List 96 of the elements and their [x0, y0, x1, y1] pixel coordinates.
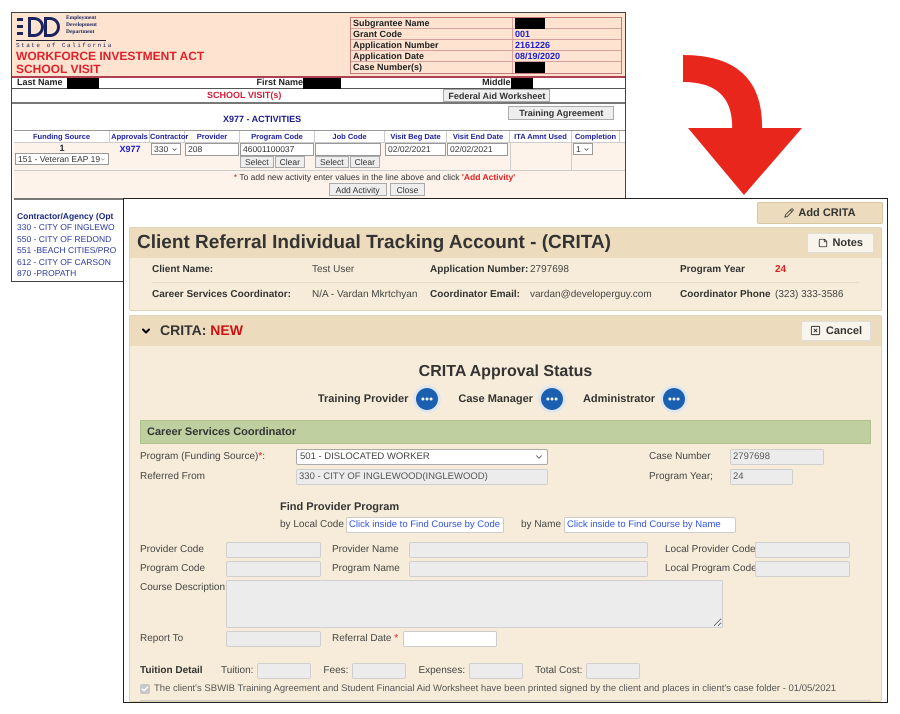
approval-step-label: Administrator: [582, 392, 656, 406]
info-value: N/A - Vardan Mkrtchyan: [312, 288, 418, 302]
field-label: Course Description: [140, 580, 226, 595]
info-label: Application Number:: [430, 263, 528, 278]
field-label: Case Number: [649, 450, 711, 464]
dropdown[interactable]: 151 - Veteran EAP 19: [15, 153, 109, 165]
input-field[interactable]: 46001100037: [240, 143, 314, 156]
field-label: Program Name: [332, 562, 400, 576]
column-header: Contractor/Agency (Opt: [17, 211, 114, 222]
input-field[interactable]: [315, 143, 381, 156]
form-button[interactable]: Select: [240, 156, 274, 168]
field-label: Provider Code: [140, 543, 204, 558]
pending-status-icon: [663, 388, 686, 410]
contractor-item: 612 - CITY OF CARSON: [17, 256, 112, 268]
pending-status-icon: [416, 388, 438, 410]
approval-step-label: Case Manager: [458, 392, 533, 406]
input-field[interactable]: [403, 630, 497, 647]
input-field[interactable]: 02/02/2021: [447, 143, 508, 156]
field-label: Expenses:: [418, 664, 466, 678]
field-label: by Local Code: [280, 518, 344, 532]
info-value: 2161226: [515, 40, 550, 51]
field-label: Program Year;: [649, 470, 713, 484]
chevron-down-icon: [100, 156, 106, 162]
info-label: Case Number(s): [351, 62, 513, 73]
field-label: Local Provider Code: [665, 543, 756, 558]
info-label: Subgrantee Name: [351, 18, 513, 29]
dropdown[interactable]: 330: [151, 143, 181, 155]
contractor-item: 551 -BEACH CITIES/PRO: [17, 245, 118, 256]
info-label: Career Services Coordinator:: [152, 288, 291, 302]
instruction-text: * To add new activity enter values in the line above and click 'Add Activity': [234, 171, 516, 183]
program-dropdown[interactable]: 501 - DISLOCATED WORKER: [296, 448, 548, 465]
note-icon: [818, 238, 828, 248]
chevron-down-icon: [583, 146, 590, 152]
pencil-icon: [784, 208, 794, 218]
field-label: Referral Date *: [332, 632, 398, 646]
federal-aid-worksheet-button[interactable]: Federal Aid Worksheet: [443, 89, 550, 102]
form-title: SCHOOL VISIT: [16, 63, 102, 76]
field-label: Total Cost:: [535, 664, 582, 678]
field-label: by Name: [521, 518, 562, 532]
field-label: Program (Funding Source)*:: [140, 450, 266, 464]
contractor-item: 330 - CITY OF INGLEWO: [17, 222, 116, 234]
field-label: Report To: [140, 632, 184, 646]
form-title: WORKFORCE INVESTMENT ACT: [16, 50, 206, 63]
contractor-item: 550 - CITY OF REDOND: [17, 234, 112, 245]
activities-title: X977 - ACTIVITIES: [223, 113, 302, 126]
field-label: Program Code: [140, 562, 206, 576]
field-label: Tuition:: [221, 664, 254, 678]
notes-button[interactable]: Notes: [807, 232, 874, 253]
info-value: 24: [775, 263, 786, 278]
close-box-icon: [810, 325, 821, 336]
dropdown[interactable]: 1: [573, 143, 593, 155]
info-value: (323) 333-3586: [775, 288, 844, 302]
acknowledgement-text: The client's SBWIB Training Agreement and Student Financial Aid Worksheet have been printed signed by the client and places in client's case folder - 01/05/2021: [154, 682, 836, 696]
info-value: 2797698: [530, 263, 569, 278]
field-label: Middle: [482, 76, 511, 90]
info-label: Client Name:: [152, 263, 214, 278]
info-label: Application Number: [351, 40, 513, 51]
approval-title: CRITA Approval Status: [418, 362, 592, 382]
input-field[interactable]: 02/02/2021: [385, 143, 446, 156]
input-field[interactable]: 208: [185, 143, 239, 156]
field-label: Referred From: [140, 470, 206, 484]
pending-status-icon: [540, 388, 563, 410]
subsection-title: Find Provider Program: [280, 500, 400, 514]
info-label: Program Year: [680, 263, 745, 278]
info-label: Coordinator Email:: [430, 288, 520, 302]
form-button[interactable]: Select: [315, 156, 349, 168]
info-value: vardan@developerguy.com: [530, 288, 652, 302]
contractor-item: 870 -PROPATH: [17, 268, 78, 280]
approval-link[interactable]: X977: [119, 143, 141, 170]
input-field[interactable]: Click inside to Find Course by Name: [564, 516, 736, 533]
chevron-down-icon: [171, 146, 178, 152]
field-label: Fees:: [323, 664, 348, 678]
section-title: Career Services Coordinator: [147, 424, 296, 440]
info-value: 08/19/2020: [515, 51, 560, 62]
info-label: Grant Code: [351, 29, 513, 40]
add-crita-button[interactable]: Add CRITA: [757, 202, 883, 224]
row-number: 1: [59, 143, 64, 153]
field-label: First Name: [256, 76, 304, 90]
cancel-button[interactable]: Cancel: [800, 320, 871, 341]
form-button[interactable]: Clear: [274, 156, 305, 168]
section-heading: CRITA: NEW: [160, 321, 243, 340]
info-label: Coordinator Phone: [680, 288, 771, 302]
info-value: 001: [515, 29, 530, 40]
form-button[interactable]: Add Activity: [328, 183, 387, 196]
form-button[interactable]: Close: [390, 183, 426, 196]
info-label: Application Date: [351, 51, 513, 62]
page-title: Client Referral Individual Tracking Account - (CRITA): [137, 230, 611, 254]
input-field[interactable]: Click inside to Find Course by Code: [346, 516, 504, 533]
approval-step-label: Training Provider: [318, 392, 408, 406]
field-label: Provider Name: [332, 543, 399, 558]
tuition-title: Tuition Detail: [140, 664, 204, 678]
section-title: SCHOOL VISIT(s): [207, 88, 282, 102]
training-agreement-button[interactable]: Training Agreement: [508, 106, 614, 120]
form-button[interactable]: Clear: [350, 156, 380, 168]
info-value: Test User: [312, 263, 354, 278]
field-label: Last Name: [17, 76, 63, 90]
